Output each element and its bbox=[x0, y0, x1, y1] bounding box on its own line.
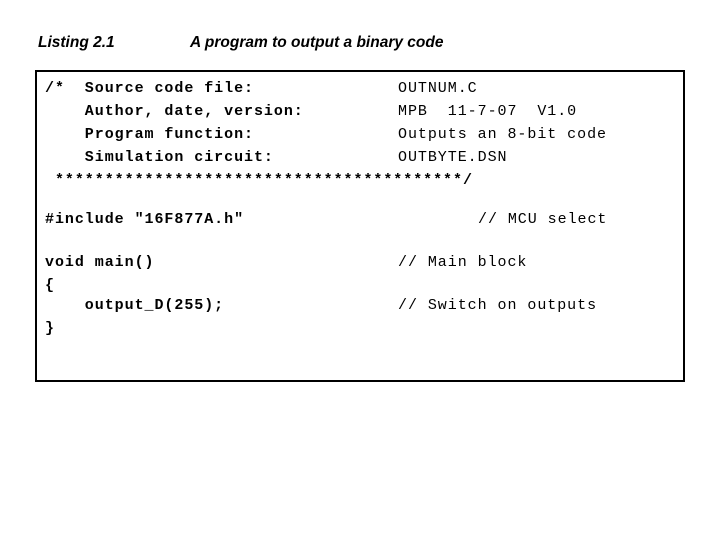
code-line-separator: ****************************************… bbox=[37, 169, 683, 192]
code-note: // Switch on outputs bbox=[398, 297, 598, 314]
code-note: Outputs an 8-bit code bbox=[398, 126, 607, 143]
listing-title: A program to output a binary code bbox=[190, 34, 444, 51]
code-listing-box: /* Source code file: OUTNUM.C Author, da… bbox=[35, 70, 685, 382]
code-note: // Main block bbox=[398, 254, 528, 271]
code-line: /* Source code file: OUTNUM.C bbox=[37, 77, 683, 100]
listing-heading: Listing 2.1 A program to output a binary … bbox=[38, 33, 678, 55]
code-note: // MCU select bbox=[478, 211, 608, 228]
code-text: } bbox=[45, 320, 55, 337]
code-line: Program function: Outputs an 8-bit code bbox=[37, 123, 683, 146]
code-line: void main() // Main block bbox=[37, 251, 683, 274]
code-area: /* Source code file: OUTNUM.C Author, da… bbox=[37, 72, 683, 380]
code-note: OUTBYTE.DSN bbox=[398, 149, 508, 166]
code-text: output_D(255); bbox=[45, 297, 225, 314]
code-note: MPB 11-7-07 V1.0 bbox=[398, 103, 578, 120]
listing-number: Listing 2.1 bbox=[38, 34, 115, 51]
code-text: Program function: bbox=[45, 126, 254, 143]
code-line: output_D(255); // Switch on outputs bbox=[37, 294, 683, 317]
code-text: /* Source code file: bbox=[45, 80, 254, 97]
code-text: #include "16F877A.h" bbox=[45, 211, 245, 228]
code-line: Author, date, version: MPB 11-7-07 V1.0 bbox=[37, 100, 683, 123]
code-text: Simulation circuit: bbox=[45, 149, 274, 166]
code-line: Simulation circuit: OUTBYTE.DSN bbox=[37, 146, 683, 169]
code-line: } bbox=[37, 317, 683, 340]
code-line: #include "16F877A.h" // MCU select bbox=[37, 208, 683, 231]
code-note: OUTNUM.C bbox=[398, 80, 478, 97]
code-text: Author, date, version: bbox=[45, 103, 304, 120]
code-text: void main() bbox=[45, 254, 155, 271]
comment-separator: ****************************************… bbox=[45, 172, 473, 189]
